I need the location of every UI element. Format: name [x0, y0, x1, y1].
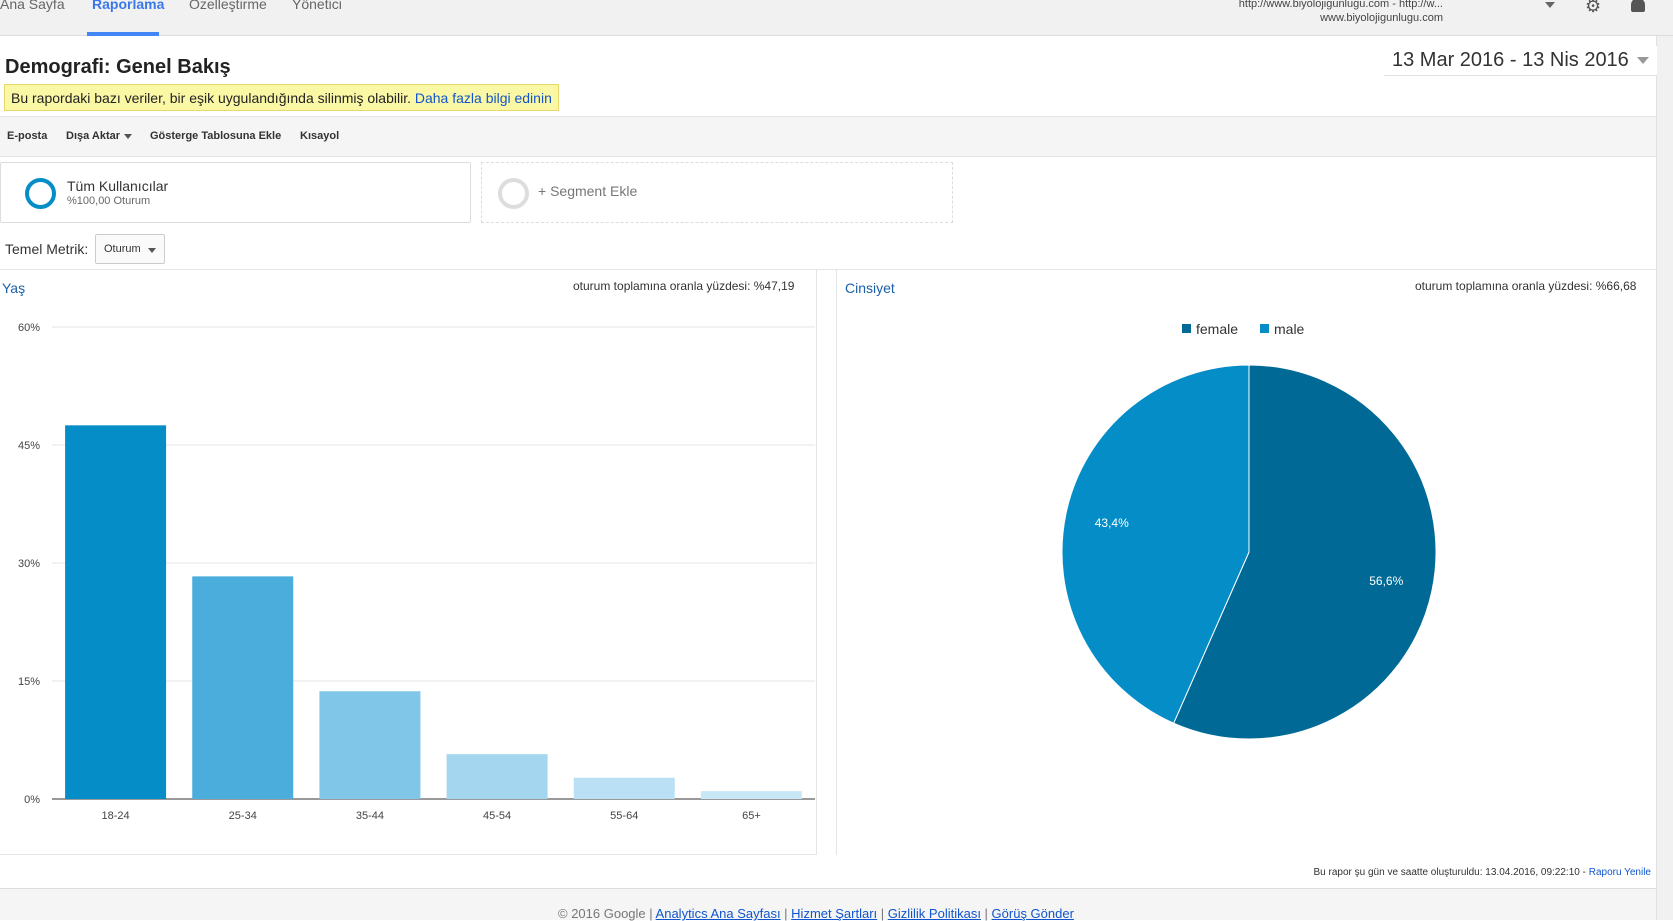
chevron-down-icon: [148, 248, 156, 253]
report-generated-note: Bu rapor şu gün ve saatte oluşturuldu: 1…: [1314, 867, 1651, 878]
refresh-report-link[interactable]: Raporu Yenile: [1589, 867, 1651, 878]
x-tick-label: 55-64: [610, 810, 638, 822]
bar: [446, 754, 548, 799]
primary-metric-select[interactable]: Oturum: [95, 234, 165, 264]
tab-home[interactable]: Ana Sayfa: [0, 0, 65, 12]
add-segment-label: + Segment Ekle: [538, 183, 638, 199]
bell-icon[interactable]: [1631, 0, 1645, 12]
y-tick-label: 15%: [18, 676, 40, 688]
pie-value-label: 43,4%: [1095, 516, 1129, 530]
tab-admin[interactable]: Yönetici: [292, 0, 342, 12]
bar: [573, 777, 675, 799]
threshold-warning: Bu rapordaki bazı veriler, bir eşik uygu…: [4, 84, 559, 111]
x-tick-label: 25-34: [229, 810, 257, 822]
x-tick-label: 65+: [742, 810, 761, 822]
email-button[interactable]: E-posta: [7, 130, 47, 142]
primary-metric-label: Temel Metrik:: [5, 241, 89, 257]
legend-swatch: [1182, 324, 1191, 333]
footer-link-terms[interactable]: Hizmet Şartları: [791, 906, 877, 921]
copyright-line: © 2016 Google | Analytics Ana Sayfası | …: [558, 906, 1074, 921]
legend-swatch: [1260, 324, 1269, 333]
date-range-picker[interactable]: 13 Mar 2016 - 13 Nis 2016: [1384, 46, 1657, 76]
primary-metric-value: Oturum: [104, 243, 141, 255]
bar: [192, 576, 294, 799]
bar: [319, 691, 421, 799]
tab-reporting[interactable]: Raporlama: [92, 0, 164, 12]
x-tick-label: 35-44: [356, 810, 384, 822]
page-title: Demografi: Genel Bakış: [5, 56, 231, 78]
date-range-text: 13 Mar 2016 - 13 Nis 2016: [1392, 49, 1629, 71]
report-toolbar: E-posta Dışa Aktar Gösterge Tablosuna Ek…: [0, 116, 1656, 157]
add-segment-button[interactable]: + Segment Ekle: [481, 162, 953, 223]
segment-all-users[interactable]: Tüm Kullanıcılar %100,00 Oturum: [0, 162, 471, 223]
age-bar-chart: 0% 15% 30% 45% 60% 18-24 25-34 35-44 45-54 55-64 6…: [18, 322, 815, 822]
segment-share: %100,00 Oturum: [67, 195, 151, 207]
gender-panel: Cinsiyet oturum toplamına oranla yüzdesi…: [836, 270, 1656, 855]
warning-text: Bu rapordaki bazı veriler, bir eşik uygu…: [11, 90, 411, 106]
top-nav: Ana Sayfa Raporlama Özelleştirme Yönetic…: [0, 0, 1673, 36]
segment-ring-icon: [25, 178, 56, 209]
account-url: http://www.biyolojigunlugu.com - http://…: [1238, 0, 1443, 10]
y-tick-label: 0%: [24, 794, 40, 806]
scrollbar[interactable]: [1656, 36, 1673, 920]
export-label: Dışa Aktar: [66, 130, 121, 142]
active-tab-indicator: [87, 32, 159, 36]
tab-customization[interactable]: Özelleştirme: [189, 0, 267, 12]
account-property: www.biyolojigunlugu.com: [1320, 12, 1443, 24]
segment-name: Tüm Kullanıcılar: [67, 178, 169, 194]
x-tick-label: 45-54: [483, 810, 511, 822]
age-panel: Yaş oturum toplamına oranla yüzdesi: %47…: [0, 270, 817, 855]
copyright-text: © 2016 Google |: [558, 906, 653, 921]
legend-label: female: [1196, 321, 1238, 337]
export-button[interactable]: Dışa Aktar: [66, 130, 133, 142]
footer-link-feedback[interactable]: Görüş Gönder: [992, 906, 1074, 921]
pie-value-label: 56,6%: [1369, 574, 1403, 588]
legend-label: male: [1274, 321, 1305, 337]
x-tick-label: 18-24: [102, 810, 130, 822]
bar: [700, 791, 802, 799]
chevron-down-icon: [124, 133, 133, 139]
y-tick-label: 30%: [18, 558, 40, 570]
gender-pie-chart: 56,6% 43,4% female male: [1061, 321, 1437, 740]
learn-more-link[interactable]: Daha fazla bilgi edinin: [415, 90, 552, 106]
add-to-dashboard-button[interactable]: Gösterge Tablosuna Ekle: [150, 130, 281, 142]
footer-link-analytics-home[interactable]: Analytics Ana Sayfası: [656, 906, 781, 921]
segment-ring-icon: [498, 178, 529, 209]
shortcut-button[interactable]: Kısayol: [300, 130, 339, 142]
generated-text: Bu rapor şu gün ve saatte oluşturuldu: 1…: [1313, 867, 1586, 878]
gear-icon[interactable]: ⚙: [1585, 0, 1601, 17]
chevron-down-icon: [1636, 57, 1649, 64]
y-tick-label: 60%: [18, 322, 40, 334]
account-selector[interactable]: http://www.biyolojigunlugu.com - http://…: [1239, 0, 1443, 25]
bar: [65, 425, 167, 799]
y-tick-label: 45%: [18, 440, 40, 452]
chevron-down-icon[interactable]: [1545, 2, 1555, 8]
footer-link-privacy[interactable]: Gizlilik Politikası: [888, 906, 981, 921]
